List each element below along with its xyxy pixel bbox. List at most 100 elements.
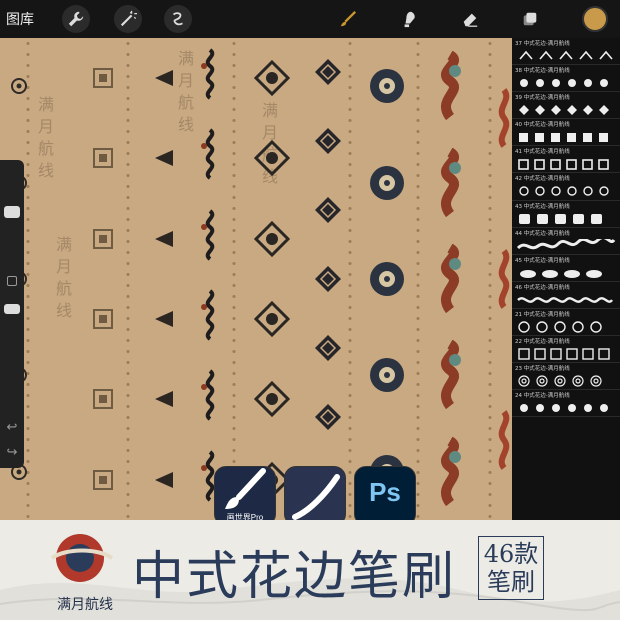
lattice-motif bbox=[93, 469, 113, 490]
scroll-motif bbox=[201, 369, 215, 422]
count-line-2: 笔刷 bbox=[487, 568, 535, 596]
cloud-motif bbox=[441, 243, 461, 314]
watermark-text: 满月航线 bbox=[178, 49, 195, 134]
brush-preview bbox=[519, 213, 602, 224]
border-column-lattice bbox=[90, 38, 116, 520]
brush-preview bbox=[520, 79, 608, 88]
brush-item[interactable]: 40 中式花边-满月航线 bbox=[512, 119, 620, 147]
layers-icon[interactable] bbox=[516, 5, 544, 33]
selection-icon[interactable] bbox=[164, 5, 192, 33]
gallery-button[interactable]: 图库 bbox=[6, 9, 54, 29]
dot-line bbox=[126, 38, 130, 520]
wrench-icon[interactable] bbox=[62, 5, 90, 33]
diamond-motif bbox=[315, 265, 341, 292]
brush-item[interactable]: 38 中式花边-满月航线 bbox=[512, 65, 620, 93]
border-column-cloud bbox=[424, 38, 476, 520]
border-column-edge bbox=[494, 38, 512, 520]
red-scroll-motif bbox=[498, 88, 510, 149]
diamond-motif bbox=[315, 59, 341, 86]
cloud-motif bbox=[441, 51, 461, 121]
brush-preview bbox=[519, 186, 609, 197]
brand-name: 满月航线 bbox=[57, 597, 113, 613]
undo-icon[interactable]: ↩ bbox=[7, 420, 18, 435]
brush-item[interactable]: 37 中式花边-满月航线 bbox=[512, 38, 620, 66]
brush-preview bbox=[516, 238, 616, 249]
artwork-canvas[interactable]: 满月航线 满月航线 满月航线 满月航线 bbox=[0, 38, 512, 520]
eraser-icon[interactable] bbox=[456, 5, 484, 33]
huashijie-app-icon: 画世界Pro bbox=[214, 466, 276, 526]
medallion-motif bbox=[254, 220, 290, 257]
brush-preview bbox=[520, 269, 602, 278]
brush-item[interactable]: 46 中式花边-满月航线 bbox=[512, 282, 620, 309]
brush-label: 23 中式花边-满月航线 bbox=[515, 366, 570, 373]
modify-button[interactable] bbox=[7, 276, 17, 286]
medallion-motif bbox=[254, 301, 290, 338]
border-column-diamond bbox=[306, 38, 350, 520]
flower-motif bbox=[370, 261, 404, 296]
brush-preview bbox=[520, 404, 608, 413]
brush-item[interactable]: 39 中式花边-满月航线 bbox=[512, 92, 620, 120]
product-title: 中式花边笔刷 bbox=[132, 547, 457, 607]
brush-size-slider[interactable] bbox=[4, 206, 20, 218]
brush-label: 40 中式花边-满月航线 bbox=[515, 122, 570, 129]
brush-library: 37 中式花边-满月航线 38 中式花边-满月航线 39 中式花边-满月航线 4… bbox=[512, 38, 620, 520]
flower-motif bbox=[370, 358, 404, 393]
brush-item[interactable]: 23 中式花边-满月航线 bbox=[512, 363, 620, 391]
medallion-motif bbox=[254, 381, 290, 418]
brush-label: 41 中式花边-满月航线 bbox=[515, 149, 570, 156]
border-column-flower bbox=[364, 38, 410, 520]
border-column-medallion bbox=[250, 38, 294, 520]
diamond-motif bbox=[315, 403, 341, 430]
redo-icon[interactable]: ↪ bbox=[7, 445, 18, 460]
dot-line bbox=[488, 38, 492, 520]
procreate-app-icon bbox=[284, 466, 346, 526]
brush-label: 22 中式花边-满月航线 bbox=[515, 339, 570, 346]
arrow-motif bbox=[155, 391, 173, 408]
watermark-text: 满月航线 bbox=[38, 95, 55, 180]
smudge-icon[interactable] bbox=[396, 5, 424, 33]
ruyi-motif bbox=[11, 78, 27, 95]
brush-item[interactable]: 45 中式花边-满月航线 bbox=[512, 255, 620, 282]
magic-wand-icon[interactable] bbox=[114, 5, 142, 33]
brush-item[interactable]: 42 中式花边-满月航线 bbox=[512, 173, 620, 201]
scroll-motif bbox=[201, 128, 215, 181]
brush-sidebar: ↩ ↪ bbox=[0, 160, 24, 468]
brush-preview bbox=[518, 348, 610, 360]
arrow-motif bbox=[155, 471, 173, 488]
lattice-motif bbox=[93, 148, 113, 169]
arrow-motif bbox=[155, 230, 173, 247]
arrow-motif bbox=[155, 150, 173, 167]
opacity-slider[interactable] bbox=[4, 304, 20, 314]
brush-item[interactable]: 41 中式花边-满月航线 bbox=[512, 146, 620, 174]
brush-item[interactable]: 22 中式花边-满月航线 bbox=[512, 336, 620, 364]
top-toolbar: 图库 bbox=[0, 0, 620, 38]
red-scroll-motif bbox=[498, 409, 510, 470]
watermark-text: 满月航线 bbox=[56, 235, 73, 320]
brush-item[interactable]: 21 中式花边-满月航线 bbox=[512, 309, 620, 337]
red-scroll-motif bbox=[498, 249, 510, 309]
cloud-motif bbox=[441, 436, 461, 506]
brush-label: 43 中式花边-满月航线 bbox=[515, 203, 570, 210]
brush-item[interactable]: 44 中式花边-满月航线 bbox=[512, 228, 620, 255]
medallion-motif bbox=[254, 60, 290, 97]
border-column-scroll bbox=[196, 38, 224, 520]
lattice-motif bbox=[93, 228, 113, 249]
scroll-motif bbox=[201, 289, 215, 341]
medallion-motif bbox=[254, 140, 290, 177]
color-swatch[interactable] bbox=[582, 6, 608, 32]
procreate-stroke-icon bbox=[292, 474, 340, 520]
brush-preview bbox=[519, 133, 608, 143]
brush-label: 37 中式花边-满月航线 bbox=[515, 41, 570, 47]
scroll-motif bbox=[201, 48, 215, 100]
diamond-motif bbox=[315, 334, 341, 361]
dot-line bbox=[232, 38, 236, 520]
brush-item[interactable]: 24 中式花边-满月航线 bbox=[512, 390, 620, 418]
brush-label: 38 中式花边-满月航线 bbox=[515, 68, 570, 75]
brush-preview bbox=[519, 105, 609, 116]
brush-preview bbox=[517, 296, 613, 303]
brush-icon[interactable] bbox=[334, 5, 362, 33]
brush-item[interactable]: 43 中式花边-满月航线 bbox=[512, 201, 620, 228]
brush-count-badge: 46款 笔刷 bbox=[478, 536, 544, 600]
arrow-motif bbox=[155, 70, 173, 87]
scroll-motif bbox=[201, 209, 215, 261]
